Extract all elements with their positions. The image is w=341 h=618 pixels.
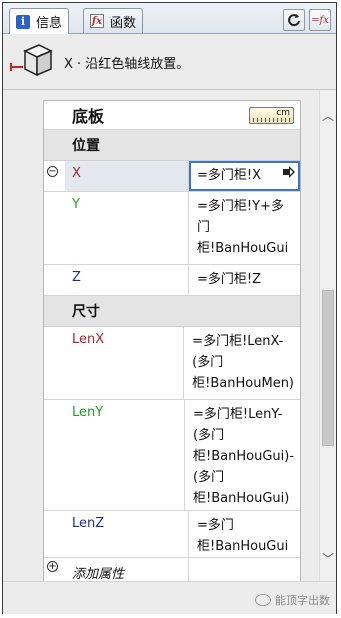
info-icon: i bbox=[16, 14, 30, 29]
attribute-key: Y bbox=[65, 192, 189, 264]
scroll-thumb[interactable] bbox=[322, 290, 334, 446]
formula-toggle-button[interactable]: =fx bbox=[309, 9, 331, 31]
section-position: 位置 bbox=[44, 130, 300, 161]
refresh-button[interactable] bbox=[283, 9, 305, 31]
tab-info[interactable]: i 信息 bbox=[9, 8, 70, 34]
attribute-value[interactable]: =多门柜!LenX-(多门柜!BanHouMen) bbox=[184, 327, 300, 399]
add-attribute-label: 添加属性 bbox=[65, 558, 189, 581]
refresh-icon bbox=[288, 14, 300, 27]
component-cube-icon bbox=[10, 44, 53, 77]
component-name: 底板 bbox=[72, 107, 105, 126]
component-header: 底板 cm bbox=[44, 101, 300, 130]
attribute-key: Z bbox=[65, 265, 189, 295]
tab-functions[interactable]: fx 函数 bbox=[83, 8, 144, 33]
attributes-table: 底板 cm 位置 X =多门柜!X Y =多门柜!Y+多门柜!BanHouGui bbox=[43, 100, 301, 581]
attribute-row-lenx[interactable]: LenX =多门柜!LenX-(多门柜!BanHouMen) bbox=[44, 327, 300, 400]
vertical-scrollbar[interactable]: ︿ ﹀ bbox=[319, 90, 336, 581]
attribute-row-leny[interactable]: LenY =多门柜!LenY-(多门柜!BanHouGui)-(多门柜!BanH… bbox=[44, 400, 300, 511]
attribute-key: X bbox=[65, 161, 189, 191]
tab-functions-label: 函数 bbox=[110, 15, 137, 31]
watermark-text: 能顶字出数 bbox=[275, 594, 330, 607]
unit-label: cm bbox=[276, 107, 290, 118]
attribute-row-x[interactable]: X =多门柜!X bbox=[44, 161, 300, 192]
section-size: 尺寸 bbox=[44, 296, 300, 327]
tab-bar: i 信息 fx 函数 =fx bbox=[3, 3, 336, 34]
units-ruler-icon[interactable]: cm bbox=[249, 106, 294, 124]
attribute-key: LenX bbox=[65, 327, 185, 399]
wechat-icon bbox=[255, 594, 271, 606]
add-attribute-row[interactable]: 添加属性 bbox=[44, 558, 300, 581]
scroll-up-icon[interactable]: ︿ bbox=[322, 110, 334, 122]
hint-text: X · 沿红色轴线放置。 bbox=[64, 57, 190, 72]
attribute-key: LenZ bbox=[65, 511, 189, 557]
row-edit-marker-icon[interactable]: − bbox=[47, 166, 58, 177]
add-attribute-icon[interactable]: + bbox=[47, 561, 58, 572]
attribute-row-y[interactable]: Y =多门柜!Y+多门柜!BanHouGui bbox=[44, 192, 300, 265]
formula-arrow-icon[interactable] bbox=[282, 165, 296, 179]
attribute-key: LenY bbox=[65, 400, 186, 510]
fx-icon: fx bbox=[90, 14, 104, 28]
attribute-value[interactable]: =多门柜!BanHouGui bbox=[189, 511, 300, 557]
attribute-value[interactable]: =多门柜!Z bbox=[189, 265, 300, 295]
attributes-panel: − 底板 cm 位置 X =多门柜!X Y =多门柜!Y+多门柜!BanHo bbox=[3, 90, 319, 581]
section-title: 位置 bbox=[72, 138, 100, 154]
hint-bar: X · 沿红色轴线放置。 bbox=[3, 34, 336, 90]
section-title: 尺寸 bbox=[72, 304, 100, 320]
attribute-row-z[interactable]: Z =多门柜!Z bbox=[44, 265, 300, 296]
attribute-row-lenz[interactable]: LenZ =多门柜!BanHouGui bbox=[44, 511, 300, 558]
attribute-value[interactable]: =多门柜!LenY-(多门柜!BanHouGui)-(多门柜!BanHouGui… bbox=[185, 400, 300, 510]
add-attribute-value[interactable] bbox=[189, 558, 300, 581]
scroll-down-icon[interactable]: ﹀ bbox=[322, 553, 334, 565]
tab-info-label: 信息 bbox=[36, 16, 63, 31]
status-bar: 能顶字出数 bbox=[3, 581, 336, 614]
watermark: 能顶字出数 bbox=[255, 592, 330, 608]
fx-toggle-icon: =fx bbox=[311, 14, 329, 26]
component-attributes-window: i 信息 fx 函数 =fx X · 沿红色轴线放置。 − bbox=[2, 2, 337, 614]
attribute-value[interactable]: =多门柜!Y+多门柜!BanHouGui bbox=[189, 192, 300, 264]
